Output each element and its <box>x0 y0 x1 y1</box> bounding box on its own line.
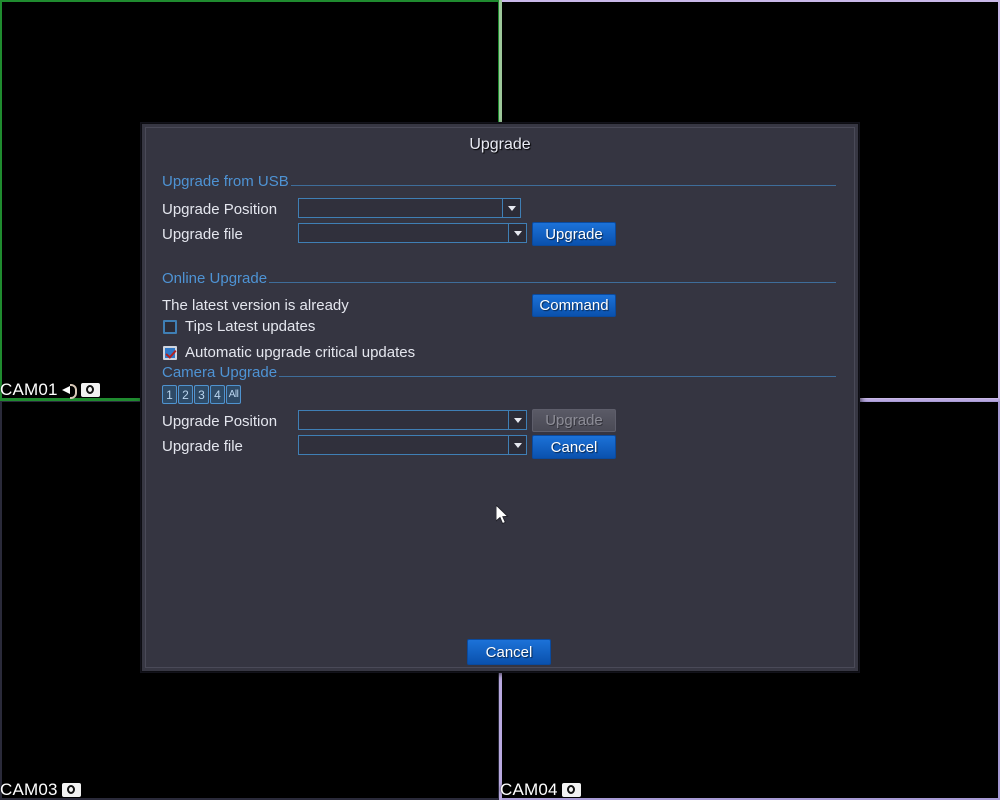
camera-label-cam01: CAM01 <box>0 380 100 400</box>
upgrade-dialog-body: Upgrade Upgrade from USB Upgrade Positio… <box>145 127 855 668</box>
label-camera-upgrade-file: Upgrade file <box>162 438 243 455</box>
section-label-usb: Upgrade from USB <box>162 173 289 190</box>
camera-label-text: CAM04 <box>500 780 558 799</box>
section-header-online: Online Upgrade <box>162 270 836 287</box>
camera-upgrade-button: Upgrade <box>532 409 616 432</box>
chevron-down-icon[interactable] <box>508 224 526 242</box>
section-rule <box>290 184 836 186</box>
camera-icon <box>61 783 81 797</box>
dialog-title: Upgrade <box>469 136 531 153</box>
section-label-camera: Camera Upgrade <box>162 364 278 381</box>
camera-label-text: CAM03 <box>0 780 58 799</box>
camera-cancel-button[interactable]: Cancel <box>532 435 616 459</box>
section-label-online: Online Upgrade <box>162 270 268 287</box>
chevron-down-icon[interactable] <box>502 199 520 217</box>
section-rule <box>279 375 836 377</box>
section-header-usb: Upgrade from USB <box>162 173 836 190</box>
channel-button-all[interactable]: All <box>226 385 241 404</box>
chevron-down-icon[interactable] <box>508 411 526 429</box>
label-usb-upgrade-position: Upgrade Position <box>162 201 278 218</box>
section-header-camera: Camera Upgrade <box>162 364 836 381</box>
channel-button-2[interactable]: 2 <box>178 385 193 404</box>
dialog-cancel-button[interactable]: Cancel <box>467 639 551 665</box>
checkbox-tips-latest-updates[interactable] <box>163 319 177 334</box>
usb-upgrade-file-select[interactable] <box>298 223 527 243</box>
checkbox-row-automatic-upgrade[interactable]: Automatic upgrade critical updates <box>163 344 415 361</box>
camera-channel-selector[interactable]: 1 2 3 4 All <box>162 385 241 404</box>
checkbox-row-tips-latest-updates[interactable]: Tips Latest updates <box>163 318 315 335</box>
online-version-status: The latest version is already <box>162 297 349 314</box>
camera-icon <box>80 383 100 397</box>
label-usb-upgrade-file: Upgrade file <box>162 226 243 243</box>
checkbox-label-tips-latest-updates: Tips Latest updates <box>185 318 316 335</box>
channel-button-3[interactable]: 3 <box>194 385 209 404</box>
camera-label-cam04: CAM04 <box>500 780 581 800</box>
usb-upgrade-file-value <box>299 224 508 242</box>
camera-icon <box>561 783 581 797</box>
camera-upgrade-file-select[interactable] <box>298 435 527 455</box>
section-rule <box>269 281 836 283</box>
command-button[interactable]: Command <box>532 294 616 317</box>
usb-upgrade-button[interactable]: Upgrade <box>532 222 616 246</box>
audio-icon <box>61 383 77 399</box>
checkbox-automatic-upgrade-critical-updates[interactable] <box>163 345 177 360</box>
camera-upgrade-file-value <box>299 436 508 454</box>
usb-upgrade-position-value <box>299 199 502 217</box>
camera-label-text: CAM01 <box>0 380 58 399</box>
camera-upgrade-position-select[interactable] <box>298 410 527 430</box>
camera-label-cam03: CAM03 <box>0 780 81 800</box>
channel-button-1[interactable]: 1 <box>162 385 177 404</box>
channel-button-4[interactable]: 4 <box>210 385 225 404</box>
upgrade-dialog: Upgrade Upgrade from USB Upgrade Positio… <box>141 123 859 672</box>
usb-upgrade-position-select[interactable] <box>298 198 521 218</box>
chevron-down-icon[interactable] <box>508 436 526 454</box>
camera-upgrade-position-value <box>299 411 508 429</box>
label-camera-upgrade-position: Upgrade Position <box>162 413 278 430</box>
checkbox-label-automatic-upgrade: Automatic upgrade critical updates <box>185 344 416 361</box>
pane-divider-horizontal-right <box>858 399 1000 401</box>
